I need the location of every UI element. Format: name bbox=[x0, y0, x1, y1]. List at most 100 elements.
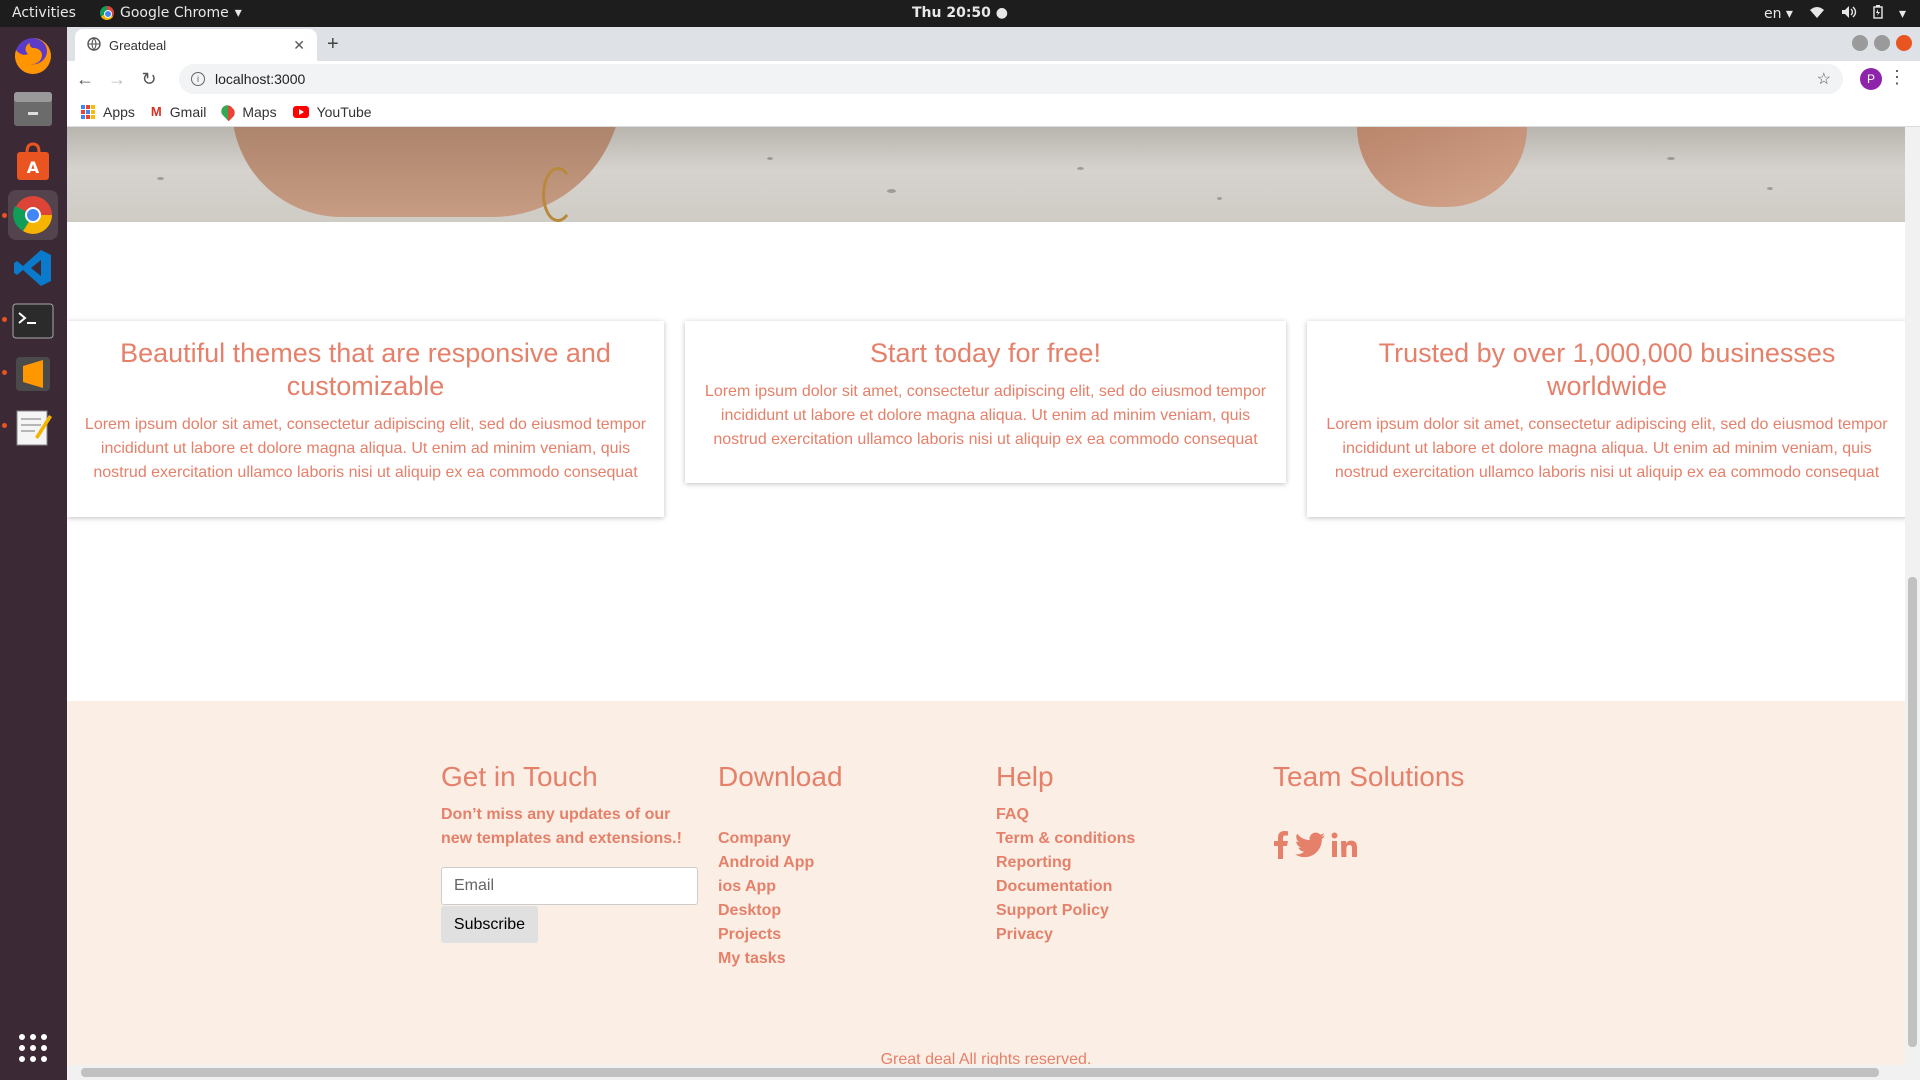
footer-link-documentation[interactable]: Documentation bbox=[996, 875, 1135, 899]
footer-link-my-tasks[interactable]: My tasks bbox=[718, 947, 843, 971]
running-indicator bbox=[2, 213, 7, 218]
subscribe-button[interactable]: Subscribe bbox=[441, 906, 538, 943]
close-window-button[interactable] bbox=[1896, 35, 1912, 51]
language-label: en bbox=[1763, 6, 1782, 22]
text-editor-icon[interactable] bbox=[8, 402, 58, 452]
twitter-icon[interactable] bbox=[1295, 832, 1325, 863]
volume-icon[interactable] bbox=[1841, 5, 1857, 23]
bookmark-youtube[interactable]: YouTube bbox=[292, 103, 372, 120]
email-input[interactable] bbox=[441, 867, 698, 905]
feature-card: Start today for free! Lorem ipsum dolor … bbox=[685, 321, 1286, 483]
footer-heading: Team Solutions bbox=[1273, 761, 1465, 792]
software-center-icon[interactable]: A bbox=[8, 137, 58, 187]
footer-get-in-touch: Get in Touch Don’t miss any updates of o… bbox=[441, 761, 701, 943]
close-tab-icon[interactable]: ✕ bbox=[293, 37, 305, 54]
bookmark-label: Gmail bbox=[169, 103, 207, 120]
footer-download: Download Company Android App ios App Des… bbox=[718, 761, 843, 971]
clock-label: Thu 20:50 bbox=[911, 5, 991, 21]
bookmark-label: Maps bbox=[242, 103, 277, 120]
footer-link-faq[interactable]: FAQ bbox=[996, 803, 1135, 827]
tab-greatdeal[interactable]: Greatdeal ✕ bbox=[75, 29, 317, 61]
footer-link-projects[interactable]: Projects bbox=[718, 923, 843, 947]
url-text[interactable]: localhost:3000 bbox=[215, 71, 305, 87]
footer-link-desktop[interactable]: Desktop bbox=[718, 899, 843, 923]
facebook-icon[interactable] bbox=[1273, 831, 1289, 864]
feature-text: Lorem ipsum dolor sit amet, consectetur … bbox=[704, 383, 1267, 448]
profile-avatar[interactable]: P bbox=[1860, 68, 1882, 90]
caret-down-icon: ▾ bbox=[234, 5, 242, 21]
linkedin-icon[interactable] bbox=[1331, 832, 1357, 863]
forward-arrow-icon[interactable]: → bbox=[103, 69, 131, 90]
newsletter-lead: Don’t miss any updates of our new templa… bbox=[441, 806, 682, 847]
running-indicator bbox=[2, 370, 7, 375]
footer-help: Help FAQ Term & conditions Reporting Doc… bbox=[996, 761, 1135, 947]
app-menu-label: Google Chrome bbox=[120, 5, 229, 21]
feature-text: Lorem ipsum dolor sit amet, consectetur … bbox=[84, 416, 647, 481]
reload-icon[interactable]: ↻ bbox=[135, 69, 163, 90]
site-info-icon[interactable]: i bbox=[191, 72, 205, 86]
footer-team-solutions: Team Solutions bbox=[1273, 761, 1464, 864]
feature-card: Beautiful themes that are responsive and… bbox=[67, 321, 664, 517]
running-indicator bbox=[2, 317, 7, 322]
horizontal-scrollbar[interactable] bbox=[67, 1065, 1905, 1080]
globe-icon bbox=[87, 36, 101, 54]
system-menu-caret-icon[interactable]: ▾ bbox=[1899, 6, 1906, 22]
chrome-menu-icon[interactable]: ⋮ bbox=[1888, 67, 1906, 88]
address-bar[interactable]: i localhost:3000 ☆ bbox=[179, 64, 1843, 94]
apps-grid-icon bbox=[81, 104, 95, 119]
footer-link-privacy[interactable]: Privacy bbox=[996, 923, 1135, 947]
chrome-icon bbox=[100, 6, 114, 20]
footer-heading: Download bbox=[718, 761, 843, 792]
new-tab-button[interactable]: + bbox=[327, 33, 339, 56]
vscode-icon[interactable] bbox=[8, 243, 58, 293]
feature-text: Lorem ipsum dolor sit amet, consectetur … bbox=[1326, 416, 1888, 481]
clock[interactable]: Thu 20:50 ● bbox=[912, 5, 1008, 21]
wifi-icon[interactable] bbox=[1809, 5, 1825, 23]
feature-title: Beautiful themes that are responsive and… bbox=[120, 338, 611, 401]
horizontal-scrollbar-thumb[interactable] bbox=[81, 1068, 1879, 1077]
bookmark-apps[interactable]: Apps bbox=[81, 104, 135, 120]
bookmark-maps[interactable]: Maps bbox=[219, 102, 277, 121]
battery-icon[interactable] bbox=[1873, 5, 1883, 23]
hero-image bbox=[67, 127, 1905, 222]
bookmark-gmail[interactable]: M Gmail bbox=[151, 104, 206, 120]
sublime-text-icon[interactable] bbox=[8, 349, 58, 399]
feature-title: Start today for free! bbox=[869, 338, 1102, 368]
show-applications-icon[interactable] bbox=[8, 1023, 58, 1073]
system-top-bar: Activities Google Chrome ▾ Thu 20:50 ● e… bbox=[0, 0, 1920, 27]
language-indicator[interactable]: en ▾ bbox=[1764, 6, 1793, 22]
footer-link-reporting[interactable]: Reporting bbox=[996, 851, 1135, 875]
feature-card: Trusted by over 1,000,000 businesses wor… bbox=[1307, 321, 1907, 517]
browser-window: Greatdeal ✕ + ← → ↻ i localhost:3000 ☆ P… bbox=[67, 27, 1920, 1080]
gmail-icon: M bbox=[150, 104, 162, 119]
footer-heading: Get in Touch bbox=[441, 761, 598, 792]
back-arrow-icon[interactable]: ← bbox=[71, 69, 99, 90]
minimize-window-button[interactable] bbox=[1852, 35, 1868, 51]
activities-button[interactable]: Activities bbox=[12, 5, 76, 21]
footer-link-support-policy[interactable]: Support Policy bbox=[996, 899, 1135, 923]
terminal-icon[interactable] bbox=[8, 296, 58, 346]
files-icon[interactable] bbox=[8, 84, 58, 134]
footer-link-terms[interactable]: Term & conditions bbox=[996, 827, 1135, 851]
footer-link-company[interactable]: Company bbox=[718, 827, 843, 851]
app-menu[interactable]: Google Chrome ▾ bbox=[100, 5, 242, 21]
chrome-dock-icon[interactable] bbox=[8, 190, 58, 240]
footer-link-android-app[interactable]: Android App bbox=[718, 851, 843, 875]
vertical-scrollbar[interactable] bbox=[1905, 127, 1920, 1080]
social-links bbox=[1273, 831, 1464, 864]
bookmark-label: YouTube bbox=[316, 103, 372, 120]
vertical-scrollbar-thumb[interactable] bbox=[1908, 577, 1917, 1047]
bookmark-label: Apps bbox=[103, 103, 135, 120]
dock: A bbox=[0, 27, 67, 1080]
bookmark-star-icon[interactable]: ☆ bbox=[1817, 69, 1831, 89]
feature-title: Trusted by over 1,000,000 businesses wor… bbox=[1378, 338, 1836, 401]
maximize-window-button[interactable] bbox=[1874, 35, 1890, 51]
firefox-icon[interactable] bbox=[8, 31, 58, 81]
youtube-icon bbox=[292, 105, 309, 118]
tab-title: Greatdeal bbox=[109, 37, 167, 53]
footer: Get in Touch Don’t miss any updates of o… bbox=[67, 701, 1905, 1080]
footer-link-ios-app[interactable]: ios App bbox=[718, 875, 843, 899]
svg-text:A: A bbox=[27, 158, 40, 177]
footer-heading: Help bbox=[996, 761, 1054, 792]
maps-icon bbox=[219, 102, 238, 121]
